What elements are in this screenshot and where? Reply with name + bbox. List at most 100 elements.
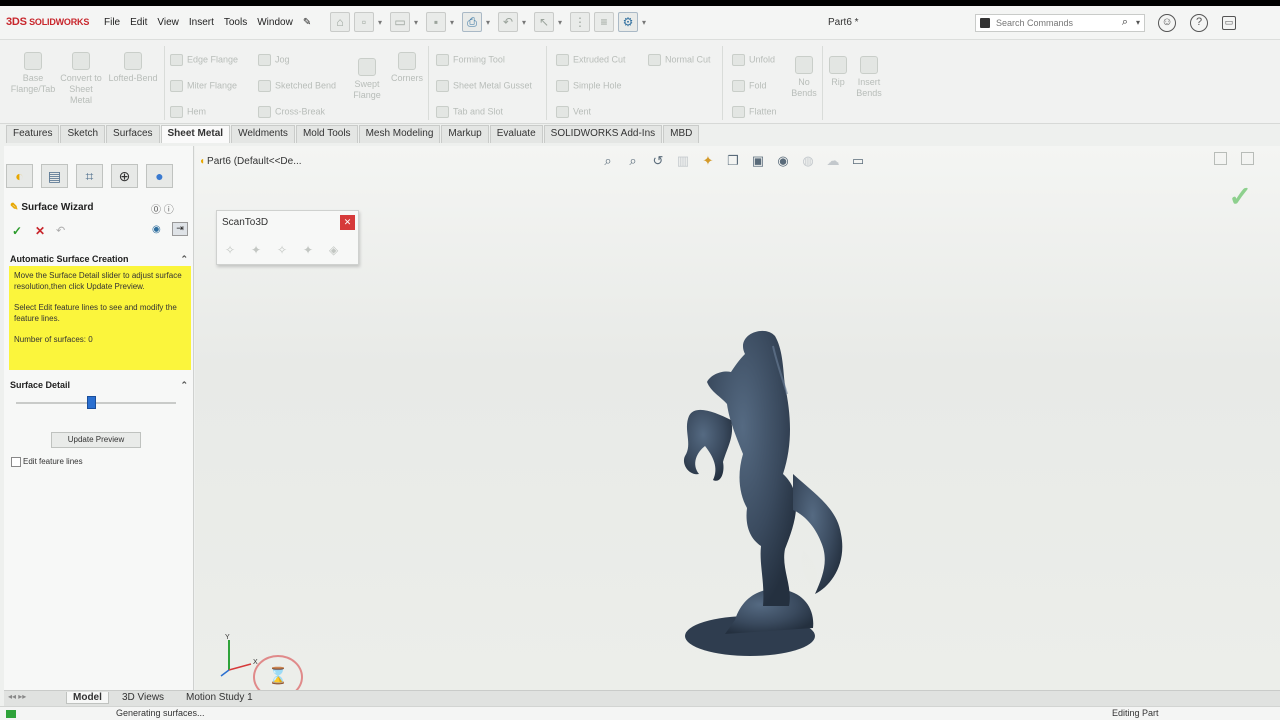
ok-check-icon[interactable]: ✓ xyxy=(12,224,22,238)
property-manager-icon[interactable]: ▤ xyxy=(41,164,68,188)
fold-tool[interactable]: Fold xyxy=(732,80,767,92)
checkbox-box[interactable] xyxy=(11,457,21,467)
chevron-down-icon[interactable]: ▾ xyxy=(522,18,530,27)
swept-flange-tool[interactable]: Swept Flange xyxy=(350,58,384,101)
tab-model[interactable]: Model xyxy=(66,692,109,704)
surface-detail-slider[interactable] xyxy=(16,396,176,409)
menu-window[interactable]: Window xyxy=(257,17,293,28)
user-account-icon[interactable]: ☺ xyxy=(1158,14,1176,32)
tab-mesh-modeling[interactable]: Mesh Modeling xyxy=(358,125,441,143)
home-icon[interactable]: ⌂ xyxy=(330,12,350,32)
chevron-down-icon[interactable]: ▾ xyxy=(558,18,566,27)
update-preview-button[interactable]: Update Preview xyxy=(51,432,141,448)
menu-insert[interactable]: Insert xyxy=(189,17,214,28)
deviation-analysis-icon[interactable]: ✦ xyxy=(303,243,319,257)
mesh-prep-icon[interactable]: ✧ xyxy=(225,243,241,257)
flatten-tool[interactable]: Flatten xyxy=(732,106,777,118)
tab-sketch[interactable]: Sketch xyxy=(60,125,106,143)
menu-view[interactable]: View xyxy=(157,17,179,28)
extruded-cut-tool[interactable]: Extruded Cut xyxy=(556,54,626,66)
tab-mold-tools[interactable]: Mold Tools xyxy=(295,125,358,143)
feature-breadcrumb[interactable]: ◖ Part6 (Default<<De... xyxy=(199,156,302,167)
file-properties-icon[interactable]: ≡ xyxy=(594,12,614,32)
tab-motion-study-1[interactable]: Motion Study 1 xyxy=(186,692,253,703)
edit-appearance-icon[interactable]: ◍ xyxy=(799,152,817,170)
open-icon[interactable]: ▭ xyxy=(390,12,410,32)
slider-knob[interactable] xyxy=(87,396,97,409)
jog-tool[interactable]: Jog xyxy=(258,54,290,66)
help-icon[interactable]: ? xyxy=(1190,14,1208,32)
sheet-metal-gusset-tool[interactable]: Sheet Metal Gusset xyxy=(436,80,532,92)
cross-break-tool[interactable]: Cross-Break xyxy=(258,106,325,118)
curve-wizard-icon[interactable]: ✦ xyxy=(251,243,267,257)
tab-features[interactable]: Features xyxy=(6,125,60,143)
feature-manager-icon[interactable]: ◐ xyxy=(6,164,33,188)
select-icon[interactable]: ↖ xyxy=(534,12,554,32)
edge-flange-tool[interactable]: Edge Flange xyxy=(170,54,238,66)
new-document-icon[interactable]: ▫ xyxy=(354,12,374,32)
tab-evaluate[interactable]: Evaluate xyxy=(489,125,543,143)
insert-bends-tool[interactable]: Insert Bends xyxy=(852,56,886,99)
pin-icon[interactable]: ✎ xyxy=(303,17,311,28)
menu-file[interactable]: File xyxy=(104,17,120,28)
tab-markup[interactable]: Markup xyxy=(441,125,489,143)
sketched-bend-tool[interactable]: Sketched Bend xyxy=(258,80,336,92)
dimxpert-icon[interactable]: ⊕ xyxy=(111,164,138,188)
options-gear-icon[interactable]: ⚙ xyxy=(618,12,638,32)
vent-tool[interactable]: Vent xyxy=(556,106,591,118)
view-orientation-icon[interactable]: ❐ xyxy=(724,152,742,170)
tab-solidworks-add-ins[interactable]: SOLIDWORKS Add-Ins xyxy=(543,125,663,143)
no-bends-tool[interactable]: No Bends xyxy=(788,56,820,99)
undo-icon[interactable]: ↶ xyxy=(56,224,65,237)
convert-to-sheet-metal-tool[interactable]: Convert to Sheet Metal xyxy=(58,52,104,106)
view-settings-icon[interactable]: ▭ xyxy=(849,152,867,170)
save-icon[interactable]: ▪ xyxy=(426,12,446,32)
tab-surfaces[interactable]: Surfaces xyxy=(106,125,160,143)
display-manager-icon[interactable]: ● xyxy=(146,164,173,188)
apply-scene-icon[interactable]: ☁ xyxy=(824,152,842,170)
simple-hole-tool[interactable]: Simple Hole xyxy=(556,80,622,92)
tab-3d-views[interactable]: 3D Views xyxy=(122,692,164,703)
edit-feature-lines-checkbox[interactable]: Edit feature lines xyxy=(11,457,83,467)
hem-tool[interactable]: Hem xyxy=(170,106,206,118)
miter-flange-tool[interactable]: Miter Flange xyxy=(170,80,237,92)
normal-cut-tool[interactable]: Normal Cut xyxy=(648,54,711,66)
chevron-down-icon[interactable]: ▾ xyxy=(1136,18,1140,27)
help-icons[interactable]: ⓪ ⓘ xyxy=(151,201,174,216)
search-icon[interactable]: ⌕ xyxy=(1122,16,1128,29)
chevron-up-icon[interactable]: ⌃ xyxy=(180,380,188,391)
close-icon[interactable]: ✕ xyxy=(340,215,355,230)
menu-edit[interactable]: Edit xyxy=(130,17,147,28)
unfold-tool[interactable]: Unfold xyxy=(732,54,775,66)
confirmation-corner-check-icon[interactable]: ✓ xyxy=(1229,180,1252,213)
hide-show-items-icon[interactable]: ◉ xyxy=(774,152,792,170)
chevron-up-icon[interactable]: ⌃ xyxy=(180,254,188,265)
menu-tools[interactable]: Tools xyxy=(224,17,247,28)
search-commands-input[interactable]: Search Commands ⌕ ▾ xyxy=(975,14,1145,32)
base-flange-tool[interactable]: Base Flange/Tab xyxy=(6,52,60,95)
previous-view-icon[interactable]: ↺ xyxy=(649,152,667,170)
graphics-area[interactable]: ◖ Part6 (Default<<De... ⌕ ⌕ ↺ ▥ ✦ ❐ ▣ ◉ ◍… xyxy=(195,146,1280,699)
next-arrow-icon[interactable]: ⇥ xyxy=(172,222,188,236)
chevron-down-icon[interactable]: ▾ xyxy=(414,18,422,27)
traffic-light-icon[interactable]: ⋮ xyxy=(570,12,590,32)
back-arrow-icon[interactable]: ◉ xyxy=(152,224,161,235)
restore-window-icon[interactable]: ▭ xyxy=(1222,16,1236,30)
chevron-down-icon[interactable]: ▾ xyxy=(378,18,386,27)
expand-icon[interactable] xyxy=(1214,152,1227,165)
horse-sculpture-model[interactable] xyxy=(665,324,885,674)
tab-scroll-arrows-icon[interactable]: ◂◂ ▸▸ xyxy=(8,692,26,701)
corners-tool[interactable]: Corners xyxy=(388,52,426,84)
chevron-down-icon[interactable]: ▾ xyxy=(486,18,494,27)
surface-detail-header[interactable]: Surface Detail ⌃ xyxy=(10,380,190,390)
forming-tool[interactable]: Forming Tool xyxy=(436,54,505,66)
display-style-icon[interactable]: ▣ xyxy=(749,152,767,170)
zoom-to-area-icon[interactable]: ⌕ xyxy=(624,152,642,170)
chevron-down-icon[interactable]: ▾ xyxy=(642,18,650,27)
lofted-bend-tool[interactable]: Lofted-Bend xyxy=(104,52,162,84)
dynamic-annotation-icon[interactable]: ✦ xyxy=(699,152,717,170)
automatic-surface-creation-header[interactable]: Automatic Surface Creation ⌃ xyxy=(10,254,190,264)
cancel-x-icon[interactable]: ✕ xyxy=(35,224,45,238)
tab-sheet-metal[interactable]: Sheet Metal xyxy=(160,125,231,143)
undo-icon[interactable]: ↶ xyxy=(498,12,518,32)
